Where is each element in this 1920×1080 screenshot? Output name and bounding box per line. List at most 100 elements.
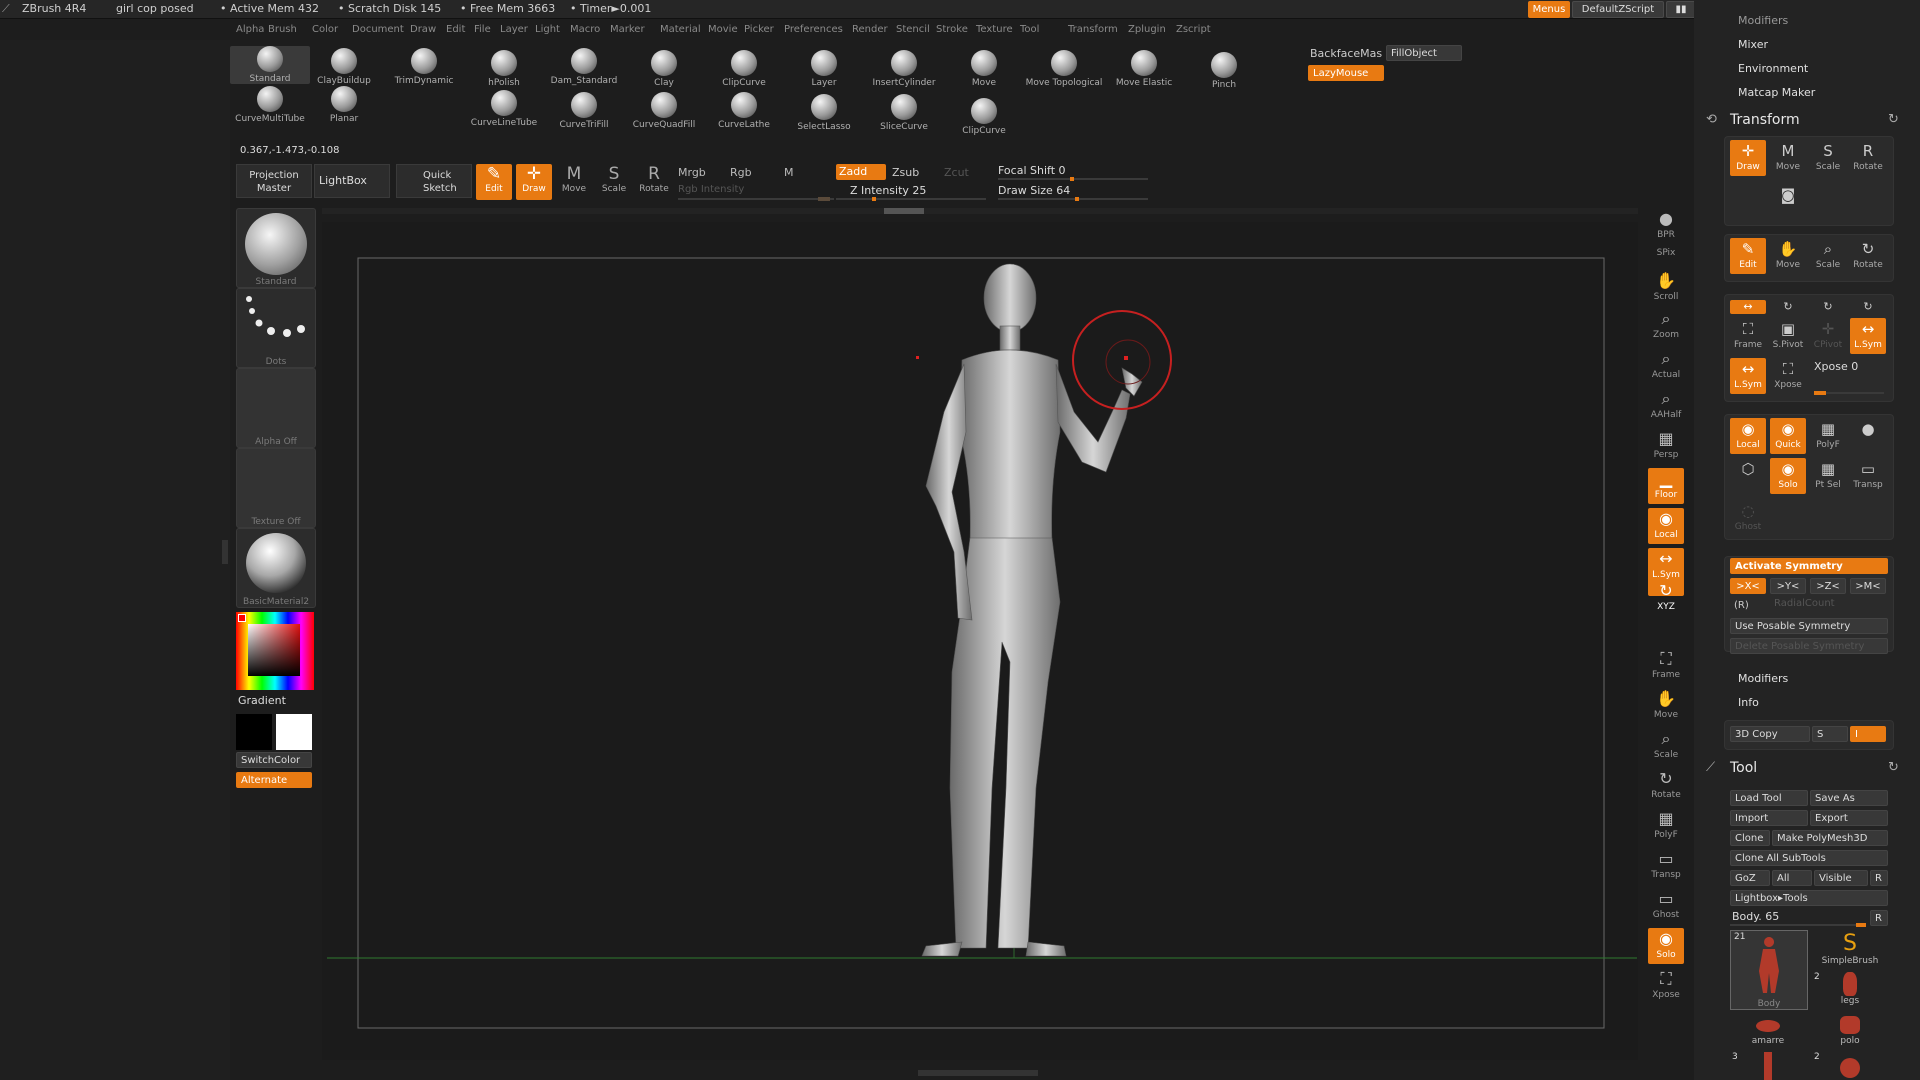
zadd-button[interactable]: Zadd [836,164,886,180]
goz-button[interactable]: GoZ [1730,870,1770,886]
texture-thumbnail[interactable]: Texture Off [236,448,316,528]
sym-x-button[interactable]: >X< [1730,578,1766,594]
tool-palette-title[interactable]: Tool [1730,760,1757,776]
transform-solo-button[interactable]: ◉ Solo [1770,458,1806,494]
rgb-button[interactable]: Rgb [730,166,752,179]
move-mode-button[interactable]: M Move [556,164,592,200]
m-button[interactable]: M [784,166,794,179]
transform-s-pivot-button[interactable]: ▣ S.Pivot [1770,318,1806,354]
make-polymesh3d-button[interactable]: Make PolyMesh3D [1772,830,1888,846]
menu-preferences[interactable]: Preferences [784,24,843,35]
menu-zplugin[interactable]: Zplugin [1128,24,1166,35]
copy3d-i-button[interactable]: I [1850,726,1886,742]
menu-document[interactable]: Document [352,24,404,35]
shelf-floor-button[interactable]: ▁ Floor [1648,468,1684,504]
hue-marker[interactable] [238,614,246,622]
menu-alpha[interactable]: Alpha [236,24,264,35]
brush-clipcurve[interactable]: ClipCurve [944,98,1024,136]
activate-symmetry-button[interactable]: Activate Symmetry [1730,558,1888,574]
brush-hpolish[interactable]: hPolish [464,50,544,88]
brush-curvelathe[interactable]: CurveLathe [704,92,784,130]
shelf-spix-button[interactable]: SPix [1648,248,1684,264]
tool-thumb-polo[interactable]: polo [1812,1014,1888,1050]
brush-move-topological[interactable]: Move Topological [1024,50,1104,88]
menu-tool[interactable]: Tool [1020,24,1039,35]
rgb-intensity-slider[interactable]: Rgb Intensity [678,184,744,195]
transform-palette-title[interactable]: Transform [1730,112,1800,128]
brush-insertcylinder[interactable]: InsertCylinder [864,50,944,88]
tool-r-button[interactable]: R [1870,910,1888,926]
radial-r-button[interactable]: (R) [1734,600,1749,611]
menu-edit[interactable]: Edit [446,24,465,35]
menu-stroke[interactable]: Stroke [936,24,968,35]
brush-dam-standard[interactable]: Dam_Standard [544,48,624,86]
left-tray-handle[interactable] [222,540,228,564]
default-zscript-button[interactable]: DefaultZScript [1572,1,1664,18]
current-tool-slider[interactable]: Body. 65 [1732,910,1779,923]
tool-thumb-simplebrush[interactable]: S SimpleBrush [1812,932,1888,968]
palette-item-matcap-maker[interactable]: Matcap Maker [1738,86,1815,99]
menu-zscript[interactable]: Zscript [1176,24,1211,35]
sym-y-button[interactable]: >Y< [1770,578,1806,594]
shelf-bpr-button[interactable]: ● BPR [1648,208,1684,244]
copy3d-button[interactable]: 3D Copy [1730,726,1810,742]
transform-move-button[interactable]: M Move [1770,140,1806,176]
tool-thumb-body[interactable]: 21 Body [1730,930,1808,1010]
shelf-move-button[interactable]: ✋ Move [1648,688,1684,724]
menu-stencil[interactable]: Stencil [896,24,930,35]
menu-file[interactable]: File [474,24,491,35]
draw-size-slider[interactable]: Draw Size 64 [998,184,1070,197]
brush-layer[interactable]: Layer [784,50,864,88]
backface-mask-label[interactable]: BackfaceMas [1310,47,1382,60]
transform-pt-sel-button[interactable]: ▦ Pt Sel [1810,458,1846,494]
transform-edit-button[interactable]: ✎ Edit [1730,238,1766,274]
brush-selectlasso[interactable]: SelectLasso [784,94,864,132]
zsub-button[interactable]: Zsub [892,166,919,179]
menu-light[interactable]: Light [535,24,560,35]
transform-toggle-button[interactable]: ● [1850,418,1886,454]
transform-xpose-button[interactable]: ⛶ Xpose [1770,358,1806,394]
brush-clay[interactable]: Clay [624,50,704,88]
shelf-xyz-button[interactable]: ↻ XYZ [1648,580,1684,612]
switchcolor-button[interactable]: SwitchColor [236,752,312,768]
menu-brush[interactable]: Brush [268,24,297,35]
current-brush-thumbnail[interactable]: Standard [236,208,316,288]
brush-planar[interactable]: Planar [304,86,384,124]
axis-rotate-button[interactable]: ↻ [1810,300,1846,314]
current-tool-track[interactable] [1730,923,1866,927]
brush-move[interactable]: Move [944,50,1024,88]
shelf-transp-button[interactable]: ▭ Transp [1648,848,1684,884]
axis-rotate-button[interactable]: ↻ [1770,300,1806,314]
palette-item-info[interactable]: Info [1738,696,1759,709]
transform-toggle-button[interactable]: ⬡ [1730,458,1766,494]
shelf-solo-button[interactable]: ◉ Solo [1648,928,1684,964]
brush-curvemultitube[interactable]: CurveMultiTube [230,86,310,124]
secondary-color-swatch[interactable] [236,714,272,750]
export-button[interactable]: Export [1810,810,1888,826]
menu-render[interactable]: Render [852,24,888,35]
tool-thumb-extra-1[interactable]: 3 [1730,1052,1806,1080]
xpose-track[interactable] [1814,391,1884,395]
transform-scale-button[interactable]: S Scale [1810,140,1846,176]
color-picker[interactable] [236,612,314,690]
shelf-actual-button[interactable]: ⌕ Actual [1648,348,1684,384]
bottom-tray-handle[interactable] [918,1070,1038,1076]
focal-shift-slider[interactable]: Focal Shift 0 [998,164,1066,177]
ghost-button[interactable]: ◌ Ghost [1730,500,1766,534]
alternate-button[interactable]: Alternate [236,772,312,788]
z-intensity-slider[interactable]: Z Intensity 25 [850,184,926,197]
draw-mode-button[interactable]: ✛ Draw [516,164,552,200]
menu-color[interactable]: Color [312,24,338,35]
xpose-slider[interactable]: Xpose 0 [1814,360,1858,373]
transform-local-button[interactable]: ◉ Local [1730,418,1766,454]
brush-standard[interactable]: Standard [230,46,310,84]
menu-texture[interactable]: Texture [976,24,1013,35]
transform-rotate-button[interactable]: ↻ Rotate [1850,238,1886,274]
menu-macro[interactable]: Macro [570,24,600,35]
palette-item-environment[interactable]: Environment [1738,62,1808,75]
brush-slicecurve[interactable]: SliceCurve [864,94,944,132]
tool-thumb-legs[interactable]: 2 legs [1812,972,1888,1008]
transform-l-sym-button[interactable]: ↔ L.Sym [1730,358,1766,394]
brush-curvequadfill[interactable]: CurveQuadFill [624,92,704,130]
focal-shift-track[interactable] [998,177,1148,181]
